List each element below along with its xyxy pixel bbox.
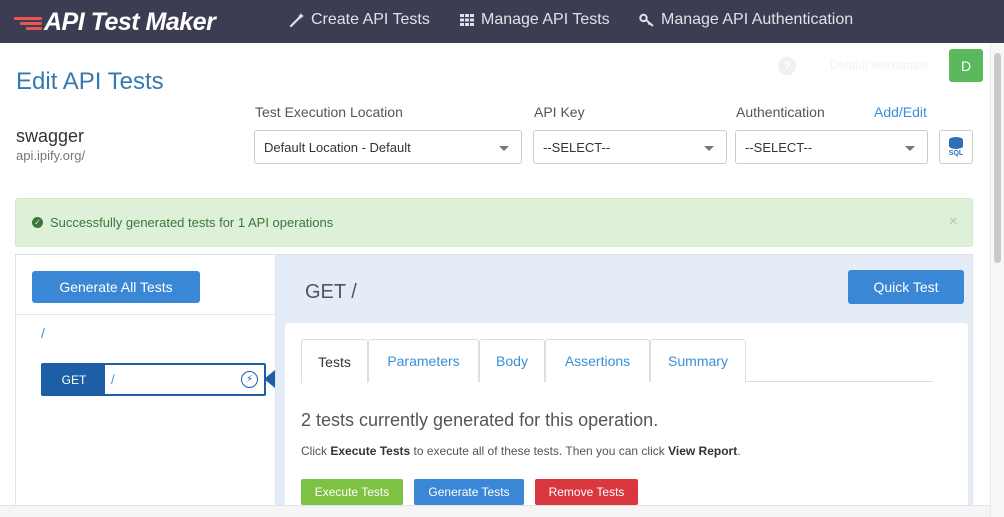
tab-summary[interactable]: Summary: [650, 339, 746, 382]
success-alert: ✓ Successfully generated tests for 1 API…: [15, 198, 973, 247]
quick-test-button[interactable]: Quick Test: [848, 270, 964, 304]
operation-row[interactable]: GET / ⚡: [41, 363, 266, 396]
authentication-value: --SELECT--: [745, 139, 813, 155]
execute-tests-button[interactable]: Execute Tests: [301, 479, 403, 505]
authentication-select[interactable]: --SELECT--: [735, 130, 928, 164]
api-key-label: API Key: [534, 104, 585, 120]
execute-tests-emphasis: Execute Tests: [330, 444, 411, 458]
tests-card: Tests Parameters Body Assertions Summary…: [285, 323, 968, 517]
magic-wand-icon: [289, 13, 304, 28]
nav-create-label: Create API Tests: [311, 11, 430, 28]
divider: [16, 314, 275, 315]
operation-path: /: [111, 372, 115, 387]
tab-assertions[interactable]: Assertions: [545, 339, 650, 382]
instructions-text: Click Execute Tests to execute all of th…: [301, 444, 741, 458]
workspace-name[interactable]: Default workspace: [830, 58, 929, 72]
tab-tests[interactable]: Tests: [301, 339, 368, 383]
chevron-down-icon: [905, 146, 915, 151]
database-icon: [949, 137, 963, 149]
alert-message: Successfully generated tests for 1 API o…: [50, 215, 334, 230]
api-key-select[interactable]: --SELECT--: [533, 130, 727, 164]
selection-arrow-icon: [264, 370, 275, 388]
nav-create-api-tests[interactable]: Create API Tests: [289, 11, 430, 29]
brand-logo[interactable]: API Test Maker: [14, 8, 216, 37]
api-name: swagger: [16, 126, 85, 146]
close-icon[interactable]: ×: [949, 213, 958, 231]
operation-title: GET /: [305, 281, 357, 303]
sql-database-button[interactable]: SQL: [939, 130, 973, 164]
check-circle-icon: ✓: [32, 217, 43, 228]
execution-location-label: Test Execution Location: [255, 104, 403, 120]
scrollbar-thumb[interactable]: [994, 53, 1001, 263]
help-icon[interactable]: ?: [778, 57, 796, 75]
method-badge: GET: [43, 365, 105, 394]
lightning-icon[interactable]: ⚡: [241, 371, 258, 388]
tab-body[interactable]: Body: [479, 339, 545, 382]
tab-parameters[interactable]: Parameters: [368, 339, 479, 382]
view-report-emphasis: View Report: [668, 444, 738, 458]
api-host: api.ipify.org/: [16, 148, 86, 163]
nav-manage-label: Manage API Tests: [481, 11, 610, 28]
nav-manage-api-tests[interactable]: Manage API Tests: [459, 11, 610, 29]
generate-all-tests-button[interactable]: Generate All Tests: [32, 271, 200, 303]
add-edit-link[interactable]: Add/Edit: [874, 104, 927, 120]
key-icon: [639, 13, 654, 27]
tab-bar: Tests Parameters Body Assertions Summary: [301, 339, 933, 383]
execution-location-value: Default Location - Default: [264, 139, 411, 155]
vertical-scrollbar[interactable]: [990, 43, 1004, 517]
api-key-value: --SELECT--: [543, 139, 611, 155]
authentication-label: Authentication: [736, 104, 825, 120]
sql-label: SQL: [948, 150, 964, 157]
nav-auth-label: Manage API Authentication: [661, 11, 854, 28]
remove-tests-button[interactable]: Remove Tests: [535, 479, 638, 505]
top-navbar: API Test Maker Create API Tests Manage A…: [0, 0, 1004, 43]
brand-name: API Test Maker: [44, 8, 216, 36]
chevron-down-icon: [499, 146, 509, 151]
operations-panel: Generate All Tests / GET / ⚡: [15, 254, 275, 517]
operation-detail-panel: GET / Quick Test Tests Parameters Body A…: [275, 254, 973, 517]
avatar[interactable]: D: [949, 49, 983, 82]
path-group-link[interactable]: /: [41, 325, 45, 341]
chevron-down-icon: [704, 146, 714, 151]
nav-manage-api-authentication[interactable]: Manage API Authentication: [639, 11, 853, 29]
grid-icon: [460, 14, 474, 26]
execution-location-select[interactable]: Default Location - Default: [254, 130, 522, 164]
brand-mark-icon: [14, 15, 42, 31]
bottom-scroll-strip: [0, 505, 1004, 517]
generated-count-text: 2 tests currently generated for this ope…: [301, 410, 659, 430]
page-title: Edit API Tests: [16, 68, 164, 95]
generate-tests-button[interactable]: Generate Tests: [414, 479, 524, 505]
